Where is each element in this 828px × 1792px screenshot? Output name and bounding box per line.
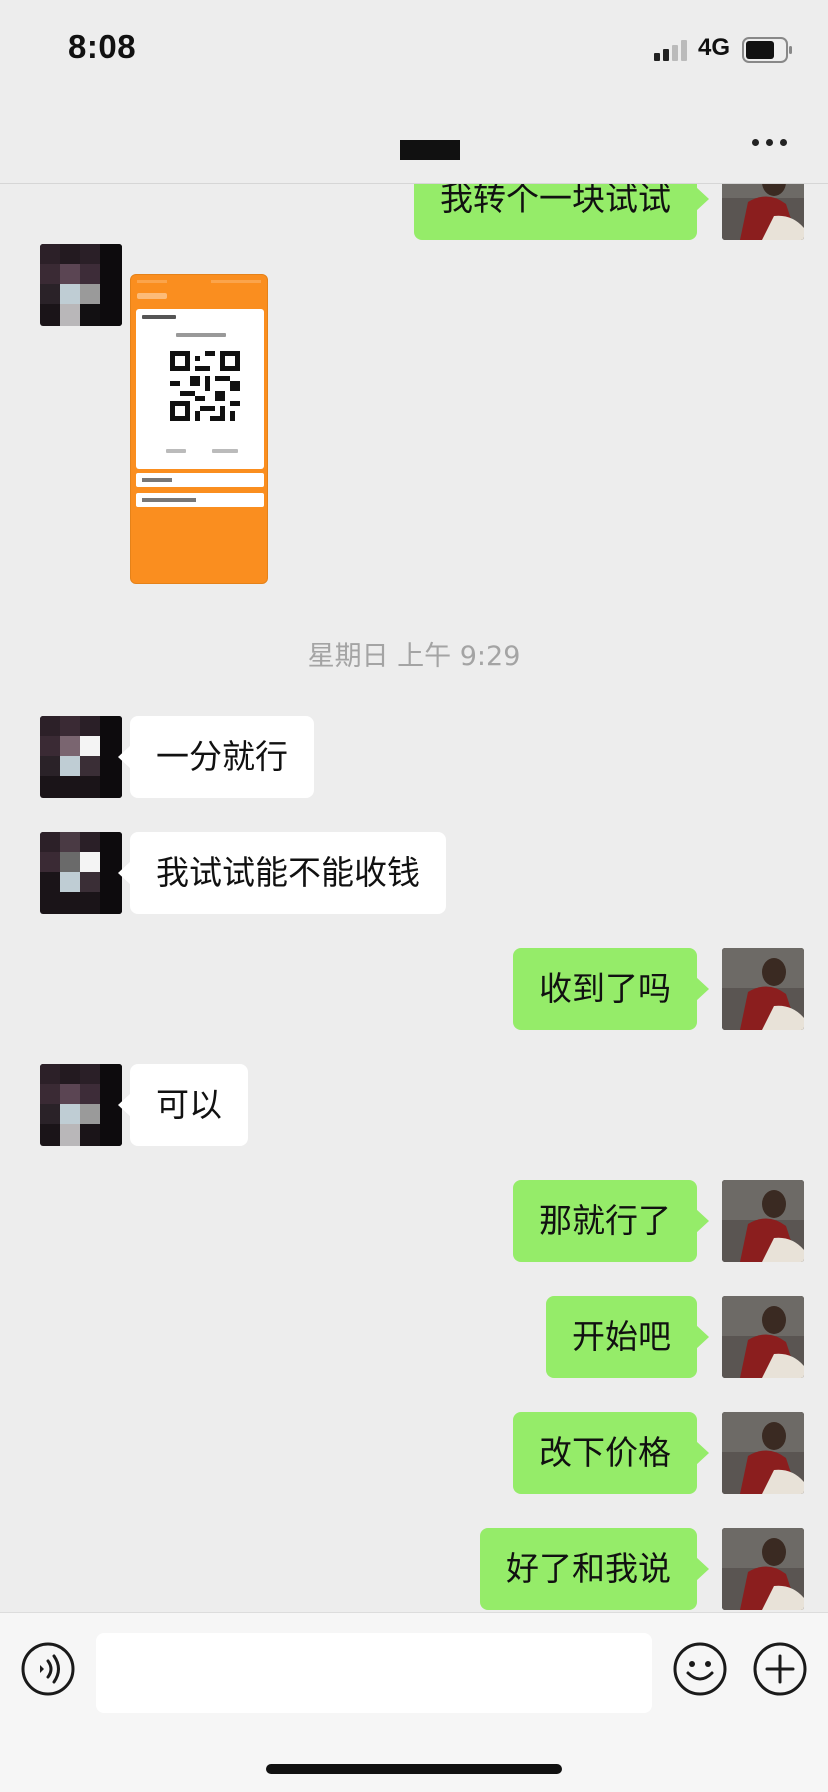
message-list[interactable]: 我转个一块试试 星期日 上午 9:29 一分就行 我试试能不能收钱 收到了吗 可… [0,184,828,1612]
contact-avatar-pixelated [40,832,122,914]
message-text-input[interactable] [96,1633,652,1713]
status-bar: 8:08 4G [0,0,828,100]
contact-avatar-pixelated [40,1064,122,1146]
emoji-icon[interactable] [672,1641,728,1697]
contact-avatar-pixelated [40,244,122,326]
cellular-signal-icon [654,40,687,61]
avatar[interactable] [722,1412,804,1494]
message-text: 收到了吗 [539,969,671,1008]
message-bubble-other[interactable]: 可以 [118,1064,248,1146]
network-type: 4G [698,34,731,61]
contact-avatar-pixelated [40,716,122,798]
avatar[interactable] [722,184,804,240]
message-bubble-self[interactable]: 我转个一块试试 [414,184,709,240]
message-text: 可以 [156,1085,222,1124]
message-bubble-self[interactable]: 开始吧 [546,1296,709,1378]
message-bubble-other[interactable]: 我试试能不能收钱 [118,832,446,914]
avatar[interactable] [40,244,122,326]
avatar[interactable] [722,1180,804,1262]
avatar[interactable] [40,1064,122,1146]
message-bubble-self[interactable]: 收到了吗 [513,948,709,1030]
qr-code-icon [170,351,240,421]
message-text: 改下价格 [539,1433,671,1472]
user-avatar-image [722,1296,804,1378]
user-avatar-image [722,948,804,1030]
avatar[interactable] [722,1296,804,1378]
message-text: 开始吧 [572,1317,671,1356]
message-text: 我试试能不能收钱 [156,853,420,892]
avatar[interactable] [40,716,122,798]
chat-header [0,100,828,184]
message-bubble-self[interactable]: 那就行了 [513,1180,709,1262]
message-text: 一分就行 [156,737,288,776]
message-text: 那就行了 [539,1201,671,1240]
avatar[interactable] [722,1528,804,1610]
message-text: 好了和我说 [506,1549,671,1588]
voice-icon[interactable] [20,1641,76,1697]
message-timestamp: 星期日 上午 9:29 [307,641,521,672]
message-bubble-other[interactable]: 一分就行 [118,716,314,798]
plus-icon[interactable] [752,1641,808,1697]
avatar[interactable] [722,948,804,1030]
battery-icon [742,37,792,63]
more-dots-icon[interactable] [750,136,790,150]
user-avatar-image [722,184,804,240]
user-avatar-image [722,1412,804,1494]
status-time: 8:08 [68,28,137,65]
image-message[interactable] [130,274,268,584]
user-avatar-image [722,1528,804,1610]
message-bubble-self[interactable]: 好了和我说 [480,1528,709,1610]
qr-card [136,309,264,469]
message-text: 我转个一块试试 [440,184,671,218]
user-avatar-image [722,1180,804,1262]
avatar[interactable] [40,832,122,914]
message-bubble-self[interactable]: 改下价格 [513,1412,709,1494]
contact-name-redacted [400,140,460,160]
home-indicator[interactable] [266,1764,562,1774]
